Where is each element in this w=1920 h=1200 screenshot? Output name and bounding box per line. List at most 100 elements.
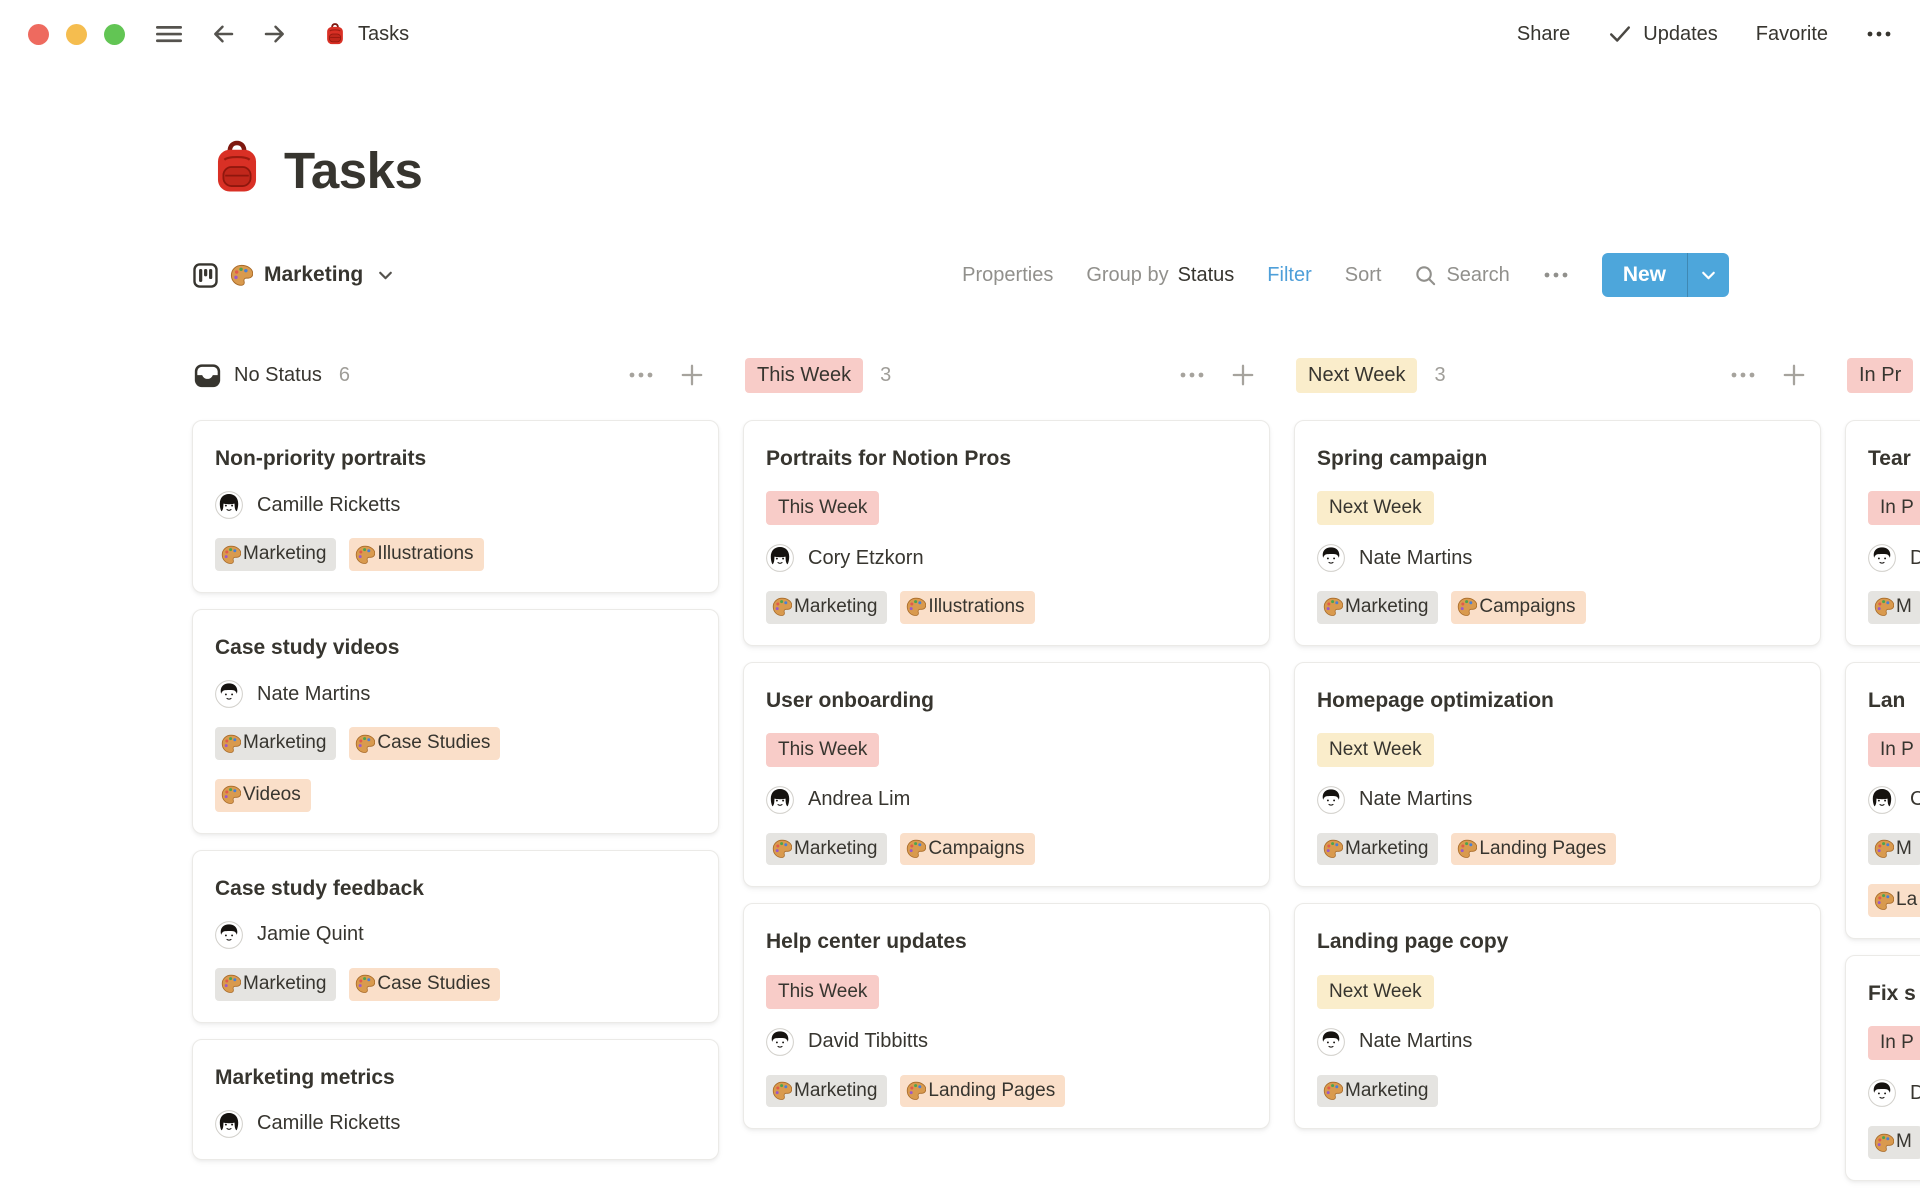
- assignee-name: Nate Martins: [1359, 1030, 1472, 1053]
- task-card[interactable]: Spring campaignNext WeekNate MartinsMark…: [1294, 420, 1821, 646]
- page-title[interactable]: Tasks: [284, 145, 422, 196]
- card-assignee: C: [1868, 786, 1920, 814]
- window-more-button[interactable]: [1866, 30, 1892, 38]
- card-title: Case study feedback: [215, 875, 696, 902]
- palette-icon: [772, 1081, 792, 1101]
- tag-label: Marketing: [1345, 1079, 1428, 1104]
- palette-icon: [1874, 597, 1894, 617]
- no-status-icon: [194, 362, 221, 389]
- palette-icon: [221, 545, 241, 565]
- zoom-window-button[interactable]: [104, 24, 125, 45]
- column-count: 3: [880, 364, 891, 387]
- window-topbar: Tasks Share Updates Favorite: [0, 0, 1920, 68]
- tag-label: M: [1896, 595, 1912, 620]
- card-tag: La: [1868, 884, 1920, 917]
- tag-label: Case Studies: [377, 731, 490, 756]
- sort-button[interactable]: Sort: [1345, 264, 1382, 287]
- card-assignee: Nate Martins: [1317, 786, 1798, 814]
- card-tag: M: [1868, 833, 1920, 866]
- palette-icon: [772, 839, 792, 859]
- properties-button[interactable]: Properties: [962, 264, 1053, 287]
- avatar-man-icon: [1317, 544, 1345, 572]
- avatar-woman-icon: [215, 491, 243, 519]
- page-icon-backpack[interactable]: [208, 138, 266, 196]
- column-menu-button[interactable]: [1730, 371, 1756, 379]
- task-card[interactable]: Portraits for Notion Pros This Week Cory E…: [743, 420, 1270, 646]
- card-tag: Marketing: [1317, 833, 1438, 866]
- task-card[interactable]: Case study videosNate MartinsMarketingCa…: [192, 609, 719, 834]
- card-tag: Illustrations: [349, 538, 483, 571]
- add-card-button[interactable]: [1230, 362, 1256, 388]
- new-button-chevron[interactable]: [1687, 253, 1729, 297]
- filter-button[interactable]: Filter: [1267, 264, 1311, 287]
- card-title: Tear: [1868, 445, 1920, 472]
- task-card[interactable]: Landing page copyNext WeekNate MartinsMa…: [1294, 903, 1821, 1129]
- task-card[interactable]: Marketing metricsCamille Ricketts: [192, 1039, 719, 1160]
- column-menu-button[interactable]: [628, 371, 654, 379]
- card-title: Portraits for Notion Pros: [766, 445, 1247, 472]
- palette-icon: [1323, 839, 1343, 859]
- card-tag: Marketing: [766, 1075, 887, 1108]
- assignee-name: Cory Etzkorn: [808, 547, 924, 570]
- chevron-down-icon: [1699, 266, 1718, 285]
- column-count: 6: [339, 364, 350, 387]
- forward-arrow-icon: [261, 20, 289, 48]
- column-menu-button[interactable]: [1179, 371, 1205, 379]
- updates-button[interactable]: Updates: [1608, 22, 1718, 46]
- assignee-name: Camille Ricketts: [257, 494, 400, 517]
- view-switcher[interactable]: Marketing: [192, 262, 395, 289]
- sidebar-menu-button[interactable]: [155, 20, 183, 48]
- task-card[interactable]: Help center updatesThis WeekDavid Tibbit…: [743, 903, 1270, 1129]
- group-by-button[interactable]: Group by Status: [1086, 264, 1234, 287]
- palette-icon: [906, 1081, 926, 1101]
- task-card[interactable]: LanIn PCMLa: [1845, 662, 1920, 939]
- tag-label: Marketing: [243, 972, 326, 997]
- card-title: Non-priority portraits: [215, 445, 696, 472]
- toolbar-more-button[interactable]: [1543, 271, 1569, 279]
- tag-label: Landing Pages: [928, 1079, 1055, 1104]
- task-card[interactable]: Fix sIn PDM: [1845, 955, 1920, 1181]
- palette-icon: [1874, 1133, 1894, 1153]
- share-button[interactable]: Share: [1517, 23, 1570, 46]
- assignee-name: Nate Martins: [1359, 788, 1472, 811]
- card-tag: M: [1868, 1126, 1920, 1159]
- task-card[interactable]: Non-priority portraits Camille Ricketts Ma…: [192, 420, 719, 593]
- kanban-board: No Status 6 Non-priority portraits Camille …: [0, 356, 1920, 1197]
- avatar-man-icon: [1317, 786, 1345, 814]
- minimize-window-button[interactable]: [66, 24, 87, 45]
- card-status-badge: This Week: [766, 491, 879, 525]
- more-dots-icon: [1866, 30, 1892, 38]
- add-card-button[interactable]: [1781, 362, 1807, 388]
- column-title: No Status: [234, 364, 322, 387]
- avatar-man-icon: [1317, 1028, 1345, 1056]
- palette-icon: [906, 597, 926, 617]
- card-status-badge: Next Week: [1317, 733, 1434, 767]
- search-button[interactable]: Search: [1414, 264, 1509, 287]
- tag-label: Marketing: [794, 1079, 877, 1104]
- add-card-button[interactable]: [679, 362, 705, 388]
- assignee-name: C: [1910, 788, 1920, 811]
- avatar-man-icon: [1868, 1079, 1896, 1107]
- task-card[interactable]: TearIn PDM: [1845, 420, 1920, 646]
- close-window-button[interactable]: [28, 24, 49, 45]
- assignee-name: Camille Ricketts: [257, 1112, 400, 1135]
- search-icon: [1414, 264, 1437, 287]
- card-status-badge: This Week: [766, 733, 879, 767]
- tag-label: Marketing: [243, 542, 326, 567]
- tag-label: Videos: [243, 783, 301, 808]
- column-header: This Week3: [743, 356, 1270, 394]
- avatar-man-icon: [1868, 544, 1896, 572]
- task-card[interactable]: Case study feedbackJamie QuintMarketingC…: [192, 850, 719, 1023]
- forward-button[interactable]: [261, 20, 289, 48]
- palette-icon: [1457, 597, 1477, 617]
- card-tag: Campaigns: [900, 833, 1034, 866]
- back-button[interactable]: [209, 20, 237, 48]
- card-title: Lan: [1868, 687, 1920, 714]
- new-button[interactable]: New: [1602, 253, 1729, 297]
- task-card[interactable]: User onboardingThis WeekAndrea LimMarket…: [743, 662, 1270, 888]
- task-card[interactable]: Homepage optimizationNext WeekNate Marti…: [1294, 662, 1821, 888]
- breadcrumb[interactable]: Tasks: [317, 21, 415, 47]
- tag-label: M: [1896, 1130, 1912, 1155]
- assignee-name: Jamie Quint: [257, 923, 364, 946]
- favorite-button[interactable]: Favorite: [1756, 23, 1828, 46]
